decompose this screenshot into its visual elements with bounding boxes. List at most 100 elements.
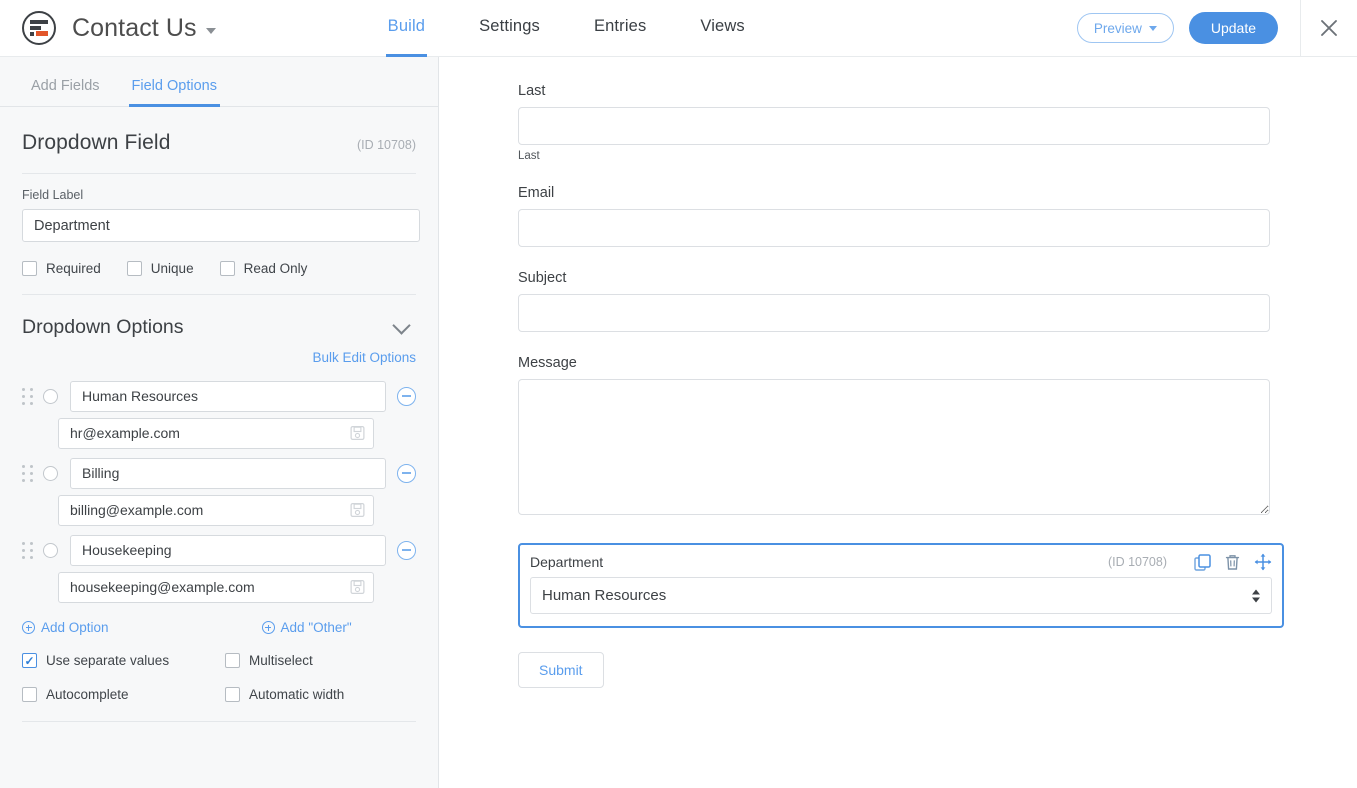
email-input[interactable] — [518, 209, 1270, 247]
checkbox-label: Automatic width — [249, 687, 345, 702]
form-field-email: Email — [518, 185, 1357, 247]
dropdown-options-header[interactable]: Dropdown Options — [22, 315, 416, 339]
form-field-message: Message — [518, 355, 1357, 520]
checkbox-box — [219, 261, 235, 276]
remove-option-icon[interactable] — [397, 540, 416, 560]
field-attributes-row: Required Unique Read Only — [22, 261, 416, 276]
option-label-input[interactable] — [70, 534, 386, 566]
add-other-link[interactable]: Add "Other" — [261, 620, 352, 635]
update-button[interactable]: Update — [1188, 12, 1278, 44]
divider — [22, 173, 416, 174]
plus-circle-icon — [22, 621, 35, 634]
move-icon[interactable] — [1254, 553, 1272, 571]
form-builder-app: Contact Us Build Settings Entries Views … — [0, 0, 1357, 788]
checkbox-box — [225, 687, 240, 702]
option-value-row — [58, 571, 416, 603]
add-other-label: Add "Other" — [280, 620, 352, 635]
add-option-link[interactable]: Add Option — [22, 620, 109, 635]
behavior-row-1: Use separate values Multiselect — [22, 653, 416, 668]
option-default-radio[interactable] — [43, 388, 58, 404]
selected-field-label: Department — [530, 554, 604, 570]
remove-option-icon[interactable] — [397, 386, 416, 406]
option-value-input[interactable] — [58, 494, 374, 526]
remove-option-icon[interactable] — [397, 463, 416, 483]
subject-input[interactable] — [518, 294, 1270, 332]
checkbox-use-separate-values[interactable]: Use separate values — [22, 653, 225, 668]
chevron-down-icon[interactable] — [392, 315, 411, 335]
checkbox-box — [22, 261, 37, 276]
tab-views[interactable]: Views — [700, 0, 744, 57]
select-arrows-icon — [1252, 589, 1260, 602]
trash-icon[interactable] — [1224, 554, 1241, 571]
field-type-title: Dropdown Field — [22, 131, 171, 154]
chevron-down-icon — [1148, 25, 1157, 31]
bulk-edit-options-link[interactable]: Bulk Edit Options — [312, 350, 416, 365]
formidable-logo-icon — [22, 11, 56, 45]
option-row — [22, 457, 416, 489]
app-header: Contact Us Build Settings Entries Views … — [0, 0, 1357, 57]
option-label-input[interactable] — [70, 380, 386, 412]
sidebar-tab-add-fields[interactable]: Add Fields — [31, 78, 100, 106]
option-row — [22, 380, 416, 412]
field-type-header: Dropdown Field (ID 10708) — [22, 107, 416, 155]
sidebar-tab-field-options[interactable]: Field Options — [128, 78, 221, 107]
checkbox-read-only[interactable]: Read Only — [219, 261, 307, 276]
preview-button[interactable]: Preview — [1076, 13, 1174, 43]
option-row — [22, 534, 416, 566]
form-field-last: Last Last — [518, 83, 1357, 162]
divider — [22, 294, 416, 295]
last-name-input[interactable] — [518, 107, 1270, 145]
checkbox-required[interactable]: Required — [22, 261, 101, 276]
field-label: Email — [518, 185, 555, 201]
main-nav: Build Settings Entries Views — [385, 0, 799, 57]
close-icon[interactable] — [1301, 0, 1357, 57]
department-select[interactable]: Human Resources — [530, 577, 1272, 614]
save-value-icon[interactable] — [350, 580, 365, 595]
selected-field-header: Department (ID 10708) — [530, 553, 1272, 571]
submit-button[interactable]: Submit — [518, 652, 604, 688]
bulk-edit-row: Bulk Edit Options — [22, 349, 416, 367]
form-fields-container: Last Last Email Subject Message Departme… — [440, 57, 1357, 688]
tab-entries[interactable]: Entries — [594, 0, 646, 57]
checkbox-box — [22, 653, 37, 668]
checkbox-box — [225, 653, 240, 668]
brand-area: Contact Us — [0, 11, 216, 45]
drag-handle-icon[interactable] — [22, 464, 34, 482]
field-label: Subject — [518, 270, 567, 286]
form-title-dropdown[interactable]: Contact Us — [72, 14, 216, 43]
header-actions: Preview Update — [1076, 0, 1357, 57]
option-default-radio[interactable] — [43, 542, 58, 558]
option-label-input[interactable] — [70, 457, 386, 489]
checkbox-label: Unique — [150, 261, 194, 276]
drag-handle-icon[interactable] — [22, 541, 34, 559]
checkbox-unique[interactable]: Unique — [126, 261, 194, 276]
checkbox-autocomplete[interactable]: Autocomplete — [22, 687, 225, 702]
drag-handle-icon[interactable] — [22, 387, 34, 405]
save-value-icon[interactable] — [350, 503, 365, 518]
save-value-icon[interactable] — [350, 426, 365, 441]
option-value-input[interactable] — [58, 571, 374, 603]
option-value-row — [58, 494, 416, 526]
selected-field-department[interactable]: Department (ID 10708) Human Resources — [518, 543, 1284, 628]
field-label-input[interactable] — [22, 209, 420, 242]
sidebar-tabs: Add Fields Field Options — [0, 57, 438, 107]
option-value-input[interactable] — [58, 417, 374, 449]
behavior-checkbox-grid: Use separate values Multiselect Autocomp… — [22, 653, 416, 722]
option-default-radio[interactable] — [43, 465, 58, 481]
checkbox-box — [126, 261, 142, 276]
department-selected-value: Human Resources — [542, 587, 667, 604]
behavior-row-2: Autocomplete Automatic width — [22, 687, 416, 702]
message-textarea[interactable] — [518, 379, 1270, 515]
field-options-sidebar: Add Fields Field Options Dropdown Field … — [0, 57, 439, 788]
field-id-label: (ID 10708) — [356, 138, 416, 152]
tab-build[interactable]: Build — [385, 0, 428, 57]
add-option-row: Add Option Add "Other" — [22, 620, 416, 635]
duplicate-icon[interactable] — [1194, 553, 1211, 571]
selected-field-id: (ID 10708) — [1107, 555, 1167, 569]
checkbox-multiselect[interactable]: Multiselect — [225, 653, 313, 668]
sidebar-body: Dropdown Field (ID 10708) Field Label Re… — [0, 107, 438, 722]
checkbox-automatic-width[interactable]: Automatic width — [225, 687, 344, 702]
field-label-caption: Field Label — [22, 188, 84, 202]
tab-settings[interactable]: Settings — [479, 0, 540, 57]
checkbox-label: Use separate values — [46, 653, 170, 668]
